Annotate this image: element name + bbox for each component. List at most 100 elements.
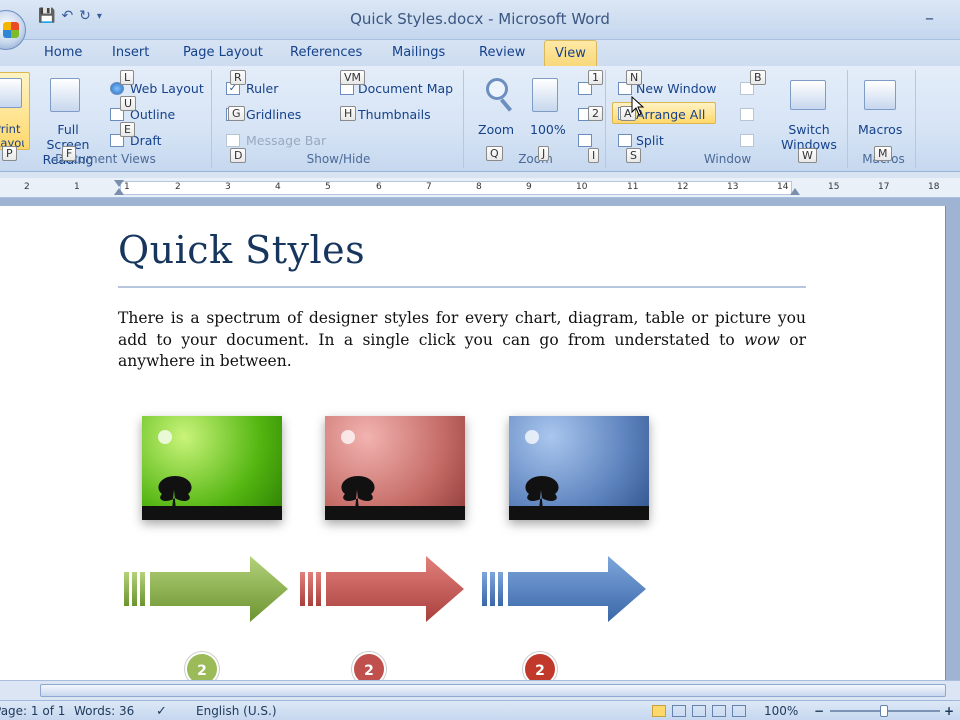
paragraph-text-before: There is a spectrum of designer styles f… [118,309,806,349]
picture-green[interactable] [142,416,282,520]
keytip-web-layout: L [120,70,135,85]
arrange-all-label: Arrange All [636,107,706,122]
document-page[interactable]: Quick Styles There is a spectrum of desi… [0,206,946,686]
hanging-indent-icon[interactable] [114,188,124,195]
ruler-number: 7 [426,182,432,192]
arrow-shape-blue[interactable] [480,554,650,624]
picture-blue[interactable] [509,416,649,520]
outline-view-icon[interactable] [712,705,726,717]
ruler-number: 5 [325,182,331,192]
reset-window-position-icon[interactable] [740,134,754,147]
web-layout-button[interactable]: Web Layout [130,81,204,96]
group-zoom: Zoom 100% Zoom Q J 1 2 I [466,70,606,168]
zoom-icon[interactable] [486,78,508,100]
synchronous-scrolling-icon[interactable] [740,108,754,121]
zoom-button[interactable]: Zoom [478,122,514,137]
keytip-zoom: Q [486,146,503,161]
status-word-count[interactable]: Words: 36 [74,704,134,718]
keytip-print-layout: P [2,146,17,161]
group-label-show-hide: Show/Hide [306,152,371,166]
keytip-full-screen: F [62,146,77,161]
full-screen-reading-icon[interactable] [50,78,80,112]
switch-windows-icon[interactable] [790,80,826,110]
outline-button[interactable]: Outline [130,107,175,122]
keytip-draft: E [120,122,135,137]
ground-strip [325,506,465,520]
ruler-number: 17 [878,182,890,192]
right-indent-icon[interactable] [790,188,800,195]
keytip-side-by-side: B [750,70,766,85]
tab-page-layout[interactable]: Page Layout [183,45,263,60]
print-layout-icon [0,78,22,108]
keytip-thumbnails: H [340,106,357,121]
split-button[interactable]: Split [636,133,664,148]
ruler-number: 3 [225,182,231,192]
ruler-number: 9 [526,182,532,192]
hundred-percent-button[interactable]: 100% [530,122,566,137]
tab-mailings[interactable]: Mailings [392,45,445,60]
mouse-cursor-icon [631,96,645,116]
full-screen-view-icon[interactable] [672,705,686,717]
page-width-icon[interactable] [578,134,592,147]
arrow-shape-red[interactable] [298,554,468,624]
picture-red[interactable] [325,416,465,520]
document-map-label: Document Map [358,81,454,96]
hundred-percent-icon[interactable] [532,78,558,112]
horizontal-scrollbar[interactable] [0,680,960,700]
group-document-views: Print Layout Full Screen Reading Web Lay… [0,70,212,168]
minimize-icon[interactable]: – [925,8,934,29]
print-layout-view-icon[interactable] [652,705,666,717]
tree-silhouette-icon [158,476,192,510]
tab-view[interactable]: View [544,40,597,67]
split-icon [618,134,632,147]
moon-icon [158,430,172,444]
keytip-outline: U [120,96,137,111]
status-zoom-level[interactable]: 100% [764,704,798,718]
message-bar-checkbox[interactable] [226,134,240,147]
document-paragraph[interactable]: There is a spectrum of designer styles f… [118,308,806,373]
group-label-document-views: Document Views [55,152,156,166]
scrollbar-thumb[interactable] [40,684,946,697]
ruler-number: 4 [275,182,281,192]
keytip-one-page: 1 [588,70,603,85]
group-show-hide: ✓ Ruler ✓ Gridlines Message Bar Document… [214,70,464,168]
ground-strip [509,506,649,520]
web-layout-view-icon[interactable] [692,705,706,717]
zoom-out-icon[interactable]: − [814,704,824,718]
paragraph-text-italic: wow [744,330,780,349]
macros-icon[interactable] [864,80,896,110]
ruler-number: 14 [777,182,789,192]
ruler-number: 1 [124,182,130,192]
keytip-message-bar: D [230,148,247,163]
ribbon-tabs: Home Insert Page Layout References Maili… [0,40,960,67]
thumbnails-label: Thumbnails [358,107,431,122]
draft-view-icon[interactable] [732,705,746,717]
moon-icon [341,430,355,444]
ruler-number: 11 [627,182,639,192]
tab-review[interactable]: Review [479,45,525,60]
ruler-number: 8 [476,182,482,192]
macros-button[interactable]: Macros [858,122,902,137]
ruler-label: Ruler [246,81,279,96]
document-area[interactable]: Quick Styles There is a spectrum of desi… [0,198,960,686]
tab-insert[interactable]: Insert [112,45,149,60]
zoom-slider-knob[interactable] [880,705,888,717]
ruler-strip [120,181,792,195]
status-page-count[interactable]: Page: 1 of 1 [0,704,65,718]
ruler-number: 2 [175,182,181,192]
ground-strip [142,506,282,520]
document-title[interactable]: Quick Styles [118,228,365,272]
ruler-number: 12 [677,182,689,192]
horizontal-ruler[interactable]: 2 1 1 2 3 4 5 6 7 8 9 10 11 12 13 14 15 17 18 [0,178,960,198]
status-language[interactable]: English (U.S.) [196,704,277,718]
tab-references[interactable]: References [290,45,362,60]
proofing-icon[interactable]: ✓ [156,704,167,719]
ruler-number: 6 [376,182,382,192]
arrow-shape-green[interactable] [122,554,292,624]
new-window-button[interactable]: New Window [636,81,717,96]
keytip-split: S [626,148,641,163]
tab-home[interactable]: Home [44,45,82,60]
first-line-indent-icon[interactable] [114,180,124,187]
keytip-page-width: I [588,148,600,163]
zoom-in-icon[interactable]: + [944,704,954,718]
